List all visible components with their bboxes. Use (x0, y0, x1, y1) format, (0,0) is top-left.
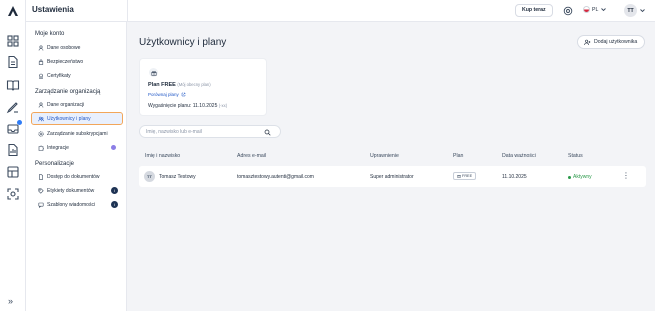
flag-pl-icon (583, 6, 590, 13)
template-icon[interactable] (6, 165, 20, 179)
column-header-plan[interactable]: Plan (453, 153, 463, 159)
column-header-email[interactable]: Adres e-mail (237, 153, 266, 159)
sidebar-item-certificates[interactable]: Certyfikaty (32, 70, 122, 81)
add-user-button[interactable]: Dodaj użytkownika (577, 35, 646, 49)
chevron-down-icon (601, 8, 607, 12)
buy-now-button[interactable]: Kup teraz (515, 4, 553, 17)
top-bar: Ustawienia Kup teraz PL TT (26, 0, 655, 22)
user-icon (38, 101, 44, 108)
dashboard-icon[interactable] (6, 34, 20, 48)
expand-rail-icon[interactable]: » (8, 296, 13, 306)
sidebar-item-document-labels[interactable]: Etykiety dokumentów i (32, 185, 122, 196)
add-user-icon (584, 39, 591, 45)
plan-expiry-note: (-xx) (218, 103, 228, 108)
language-label: PL (592, 6, 599, 13)
sidebar-item-users-and-plans[interactable]: Użytkownicy i plany (31, 112, 123, 125)
section-title-personalization: Personalizacje (35, 161, 75, 167)
sidebar-item-label: Certyfikaty (47, 72, 71, 79)
user-icon (38, 44, 44, 51)
icon-rail: » (0, 0, 26, 311)
lock-icon (38, 59, 44, 65)
plan-subtitle: (Mój obecny plan) (177, 82, 211, 87)
table-row[interactable]: TT Tomasz Testowy tomasztestowy.autenti@… (139, 166, 646, 187)
status-badge: Aktywny (568, 174, 592, 180)
user-menu-chevron-icon[interactable] (639, 7, 646, 14)
sidebar-item-personal-data[interactable]: Dane osobowe (32, 42, 122, 53)
document-icon (39, 173, 43, 180)
plan-badge: FREE (453, 172, 477, 180)
sidebar-item-label: Dostęp do dokumentów (47, 173, 100, 180)
certificate-icon (39, 73, 43, 79)
search-icon[interactable] (264, 129, 271, 136)
info-badge: i (111, 201, 118, 208)
sidebar-item-document-access[interactable]: Dostęp do dokumentów (32, 171, 122, 182)
sidebar-item-security[interactable]: Bezpieczeństwo (32, 56, 122, 67)
settings-icon[interactable] (563, 6, 573, 16)
integrations-indicator (111, 145, 116, 150)
user-name: Tomasz Testowy (159, 174, 196, 180)
column-header-expiry[interactable]: Data ważności (502, 153, 536, 159)
app-title: Ustawienia (32, 5, 74, 14)
app-logo-icon[interactable] (7, 5, 19, 17)
sidebar-item-label: Dane organizacji (47, 101, 85, 108)
status-dot (568, 175, 571, 179)
tag-icon (38, 188, 44, 194)
compare-plans-link[interactable]: Porównaj plany (148, 92, 186, 97)
user-avatar[interactable]: TT (624, 4, 637, 17)
compare-plans-label: Porównaj plany (148, 92, 179, 97)
notification-dot (17, 120, 22, 125)
sidebar-item-label: Integracje (47, 144, 69, 151)
sidebar-item-label: Dane osobowe (47, 44, 81, 51)
plan-badge-label: FREE (462, 174, 473, 178)
sidebar-item-label: Etykiety dokumentów (47, 187, 95, 194)
plan-expiry-date: 11.10.2025 (502, 174, 527, 180)
search-input[interactable] (146, 128, 264, 136)
current-plan-card: Plan FREE (Mój obecny plan) Porównaj pla… (139, 58, 267, 116)
gear-icon (38, 130, 44, 137)
sidebar-item-message-templates[interactable]: Szablony wiadomości i (32, 199, 122, 210)
section-title-my-account: Moje konto (35, 31, 65, 37)
plan-expiry: Wygaśnięcie planu: 11.10.2025 (-xx) (148, 103, 227, 109)
column-header-role[interactable]: Uprawnienie (370, 153, 399, 159)
signature-icon[interactable] (6, 100, 20, 114)
sidebar-item-label: Użytkownicy i plany (47, 115, 91, 122)
inbox-icon[interactable] (6, 120, 22, 136)
column-header-status[interactable]: Status (568, 153, 583, 159)
user-role: Super administrator (370, 174, 414, 180)
book-icon[interactable] (6, 78, 20, 92)
sidebar-item-organization-data[interactable]: Dane organizacji (32, 99, 122, 110)
scan-icon[interactable] (6, 187, 20, 201)
status-label: Aktywny (573, 174, 592, 180)
report-icon[interactable] (6, 143, 20, 157)
user-email: tomasztestowy.autenti@gmail.com (237, 174, 314, 180)
info-badge: i (111, 187, 118, 194)
plan-name: Plan FREE (Mój obecny plan) (148, 82, 211, 88)
sidebar-item-label: Szablony wiadomości (47, 201, 96, 208)
topbar-divider (127, 0, 128, 22)
language-selector[interactable]: PL (583, 6, 607, 13)
sidebar-item-label: Zarządzanie subskrypcjami (47, 130, 108, 137)
puzzle-icon (38, 145, 44, 151)
external-link-icon (181, 92, 186, 97)
user-search (139, 125, 281, 138)
avatar: TT (144, 171, 155, 182)
sidebar-item-integrations[interactable]: Integracje (32, 142, 122, 153)
plan-name-text: Plan FREE (148, 82, 176, 88)
gift-icon (457, 175, 461, 178)
message-icon (38, 202, 44, 208)
sidebar-item-label: Bezpieczeństwo (47, 58, 84, 65)
settings-sidebar: Moje konto Dane osobowe Bezpieczeństwo C… (26, 22, 127, 311)
plan-expiry-text: Wygaśnięcie planu: 11.10.2025 (148, 103, 218, 109)
gift-icon (149, 68, 158, 77)
add-user-label: Dodaj użytkownika (594, 39, 638, 45)
column-header-name[interactable]: Imię i nazwisko (145, 153, 180, 159)
sidebar-item-subscriptions[interactable]: Zarządzanie subskrypcjami (32, 128, 122, 139)
documents-icon[interactable] (6, 55, 20, 69)
page-title: Użytkownicy i plany (139, 37, 227, 48)
row-actions-icon[interactable]: ⋮ (622, 172, 630, 181)
section-title-organization: Zarządzanie organizacją (35, 89, 101, 95)
users-icon (38, 116, 44, 121)
